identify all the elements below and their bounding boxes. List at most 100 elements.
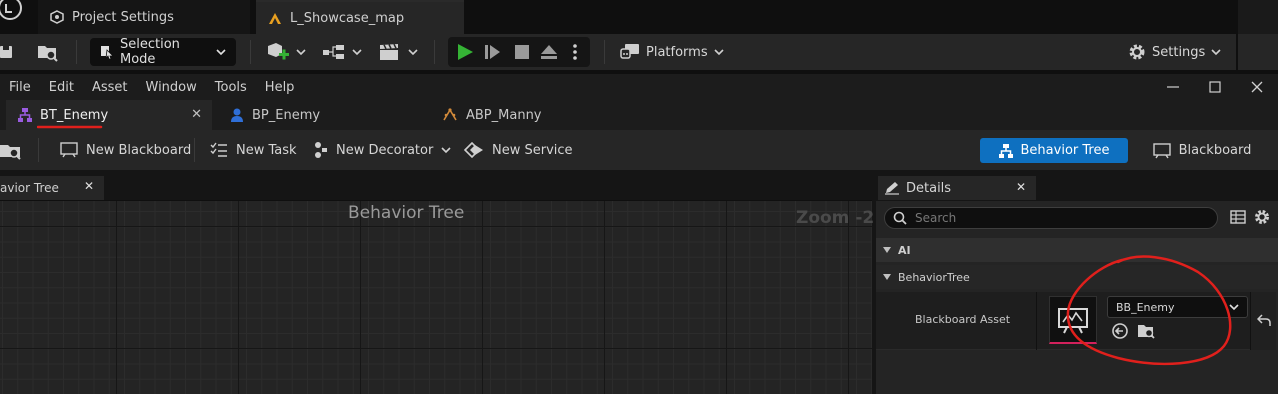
tab-abp-manny[interactable]: ABP_Manny — [430, 100, 636, 130]
clapperboard-icon — [378, 42, 402, 62]
minimize-button[interactable] — [1152, 74, 1194, 100]
tab-label: BP_Enemy — [252, 107, 321, 123]
new-service-label: New Service — [492, 142, 573, 158]
chevron-down-icon — [882, 273, 892, 281]
close-tab-icon[interactable]: ✕ — [191, 107, 202, 122]
selection-mode-label: Selection Mode — [120, 37, 180, 67]
toolbar-divider — [250, 40, 251, 64]
eject-icon[interactable] — [540, 43, 558, 61]
new-service-button[interactable]: New Service — [464, 136, 573, 164]
menu-file[interactable]: File — [0, 80, 40, 95]
new-task-label: New Task — [236, 142, 297, 158]
blueprint-character-icon — [230, 108, 244, 122]
new-blackboard-button[interactable]: New Blackboard — [60, 136, 191, 164]
menu-window[interactable]: Window — [137, 80, 206, 95]
browse-asset-icon[interactable] — [1137, 322, 1157, 340]
search-icon — [893, 211, 907, 225]
details-search-input[interactable]: Search — [884, 207, 1218, 229]
mode-blackboard-button[interactable]: Blackboard — [1150, 138, 1254, 163]
search-placeholder: Search — [915, 211, 957, 225]
tab-bt-enemy[interactable]: BT_Enemy ✕ — [6, 100, 212, 130]
document-tab-strip: Project Settings L_Showcase_map — [0, 0, 1278, 34]
property-name: Blackboard Asset — [915, 313, 1011, 326]
blueprint-nodes-icon — [322, 42, 346, 62]
new-blackboard-label: New Blackboard — [86, 142, 192, 158]
platforms-icon — [620, 43, 640, 61]
maximize-button[interactable] — [1194, 74, 1236, 100]
cursor-icon — [100, 44, 114, 60]
service-diamond-icon — [464, 142, 484, 158]
asset-thumbnail[interactable] — [1049, 296, 1097, 344]
chevron-down-icon — [1211, 48, 1221, 56]
table-view-icon[interactable] — [1230, 210, 1246, 224]
behavior-tree-graph-canvas[interactable] — [0, 201, 872, 394]
chevron-down-icon — [441, 146, 451, 154]
new-task-button[interactable]: New Task — [210, 136, 297, 164]
play-controls — [448, 37, 590, 67]
menu-edit[interactable]: Edit — [40, 80, 83, 95]
skip-forward-icon[interactable] — [484, 43, 502, 61]
top-strip-filler — [1238, 0, 1278, 34]
tab-bp-enemy[interactable]: BP_Enemy — [218, 100, 424, 130]
close-tab-icon[interactable]: ✕ — [1016, 180, 1026, 194]
platforms-label: Platforms — [646, 44, 708, 60]
blueprints-button[interactable] — [322, 38, 362, 66]
more-options-icon[interactable] — [572, 43, 578, 61]
blackboard-asset-icon — [1058, 307, 1088, 333]
tab-label: L_Showcase_map — [290, 10, 405, 26]
task-list-icon — [210, 142, 228, 158]
gear-icon[interactable] — [1254, 209, 1270, 225]
behavior-tree-icon — [18, 108, 32, 122]
details-tab-label: Details — [906, 180, 952, 196]
menu-asset[interactable]: Asset — [83, 80, 137, 95]
asset-editor-toolbar: New Blackboard New Task New Decorator Ne… — [0, 130, 1278, 170]
cinematics-button[interactable] — [378, 38, 418, 66]
save-icon[interactable] — [0, 38, 14, 66]
asset-tab-strip: BT_Enemy ✕ BP_Enemy ABP_Manny — [0, 100, 1278, 130]
category-ai[interactable]: AI — [876, 238, 1278, 262]
property-column-divider[interactable] — [1036, 292, 1037, 350]
menu-bar: File Edit Asset Window Tools Help — [0, 74, 1278, 100]
level-icon — [268, 11, 282, 25]
tab-label: BT_Enemy — [37, 108, 108, 128]
stop-icon[interactable] — [514, 44, 530, 60]
chevron-down-icon — [408, 48, 418, 56]
gear-icon — [1128, 43, 1146, 61]
decorator-icon — [314, 141, 328, 159]
selection-mode-dropdown[interactable]: Selection Mode — [90, 37, 236, 67]
tab-details[interactable]: Details ✕ — [878, 176, 1036, 200]
reset-to-default-icon[interactable] — [1257, 313, 1271, 327]
add-content-button[interactable] — [266, 38, 306, 66]
mode-behavior-tree-label: Behavior Tree — [1020, 143, 1110, 158]
unreal-logo-icon[interactable] — [0, 0, 30, 34]
combo-value: BB_Enemy — [1116, 300, 1175, 314]
use-selected-asset-icon[interactable] — [1111, 322, 1129, 340]
chevron-down-icon — [882, 246, 892, 254]
blackboard-asset-combo[interactable]: BB_Enemy — [1107, 296, 1248, 318]
content-browser-icon[interactable] — [36, 38, 60, 66]
close-tab-icon[interactable]: ✕ — [84, 179, 94, 193]
chevron-down-icon — [1229, 303, 1239, 311]
animation-blueprint-icon — [442, 108, 458, 122]
tab-level-map[interactable]: L_Showcase_map — [256, 0, 464, 34]
category-behaviortree[interactable]: BehaviorTree — [876, 265, 1278, 289]
behavior-tree-icon — [998, 143, 1013, 158]
toolbar-divider — [194, 138, 195, 162]
toolbar-edge — [1236, 34, 1238, 70]
settings-button[interactable]: Settings — [1128, 38, 1221, 66]
mode-blackboard-label: Blackboard — [1178, 143, 1252, 158]
menu-help[interactable]: Help — [256, 80, 304, 95]
platforms-button[interactable]: Platforms — [620, 38, 724, 66]
browse-asset-icon[interactable] — [0, 136, 24, 164]
tab-behavior-tree-graph[interactable]: avior Tree ✕ — [0, 176, 104, 200]
chevron-down-icon — [296, 48, 306, 56]
new-decorator-button[interactable]: New Decorator — [314, 136, 451, 164]
category-label: AI — [898, 243, 911, 257]
tab-project-settings[interactable]: Project Settings — [38, 0, 250, 34]
menu-tools[interactable]: Tools — [206, 80, 256, 95]
mode-behavior-tree-button[interactable]: Behavior Tree — [980, 138, 1128, 163]
zoom-level-label: Zoom -2 — [796, 208, 875, 228]
close-window-button[interactable] — [1236, 74, 1278, 100]
tab-label: ABP_Manny — [466, 107, 542, 123]
play-icon[interactable] — [456, 43, 474, 61]
